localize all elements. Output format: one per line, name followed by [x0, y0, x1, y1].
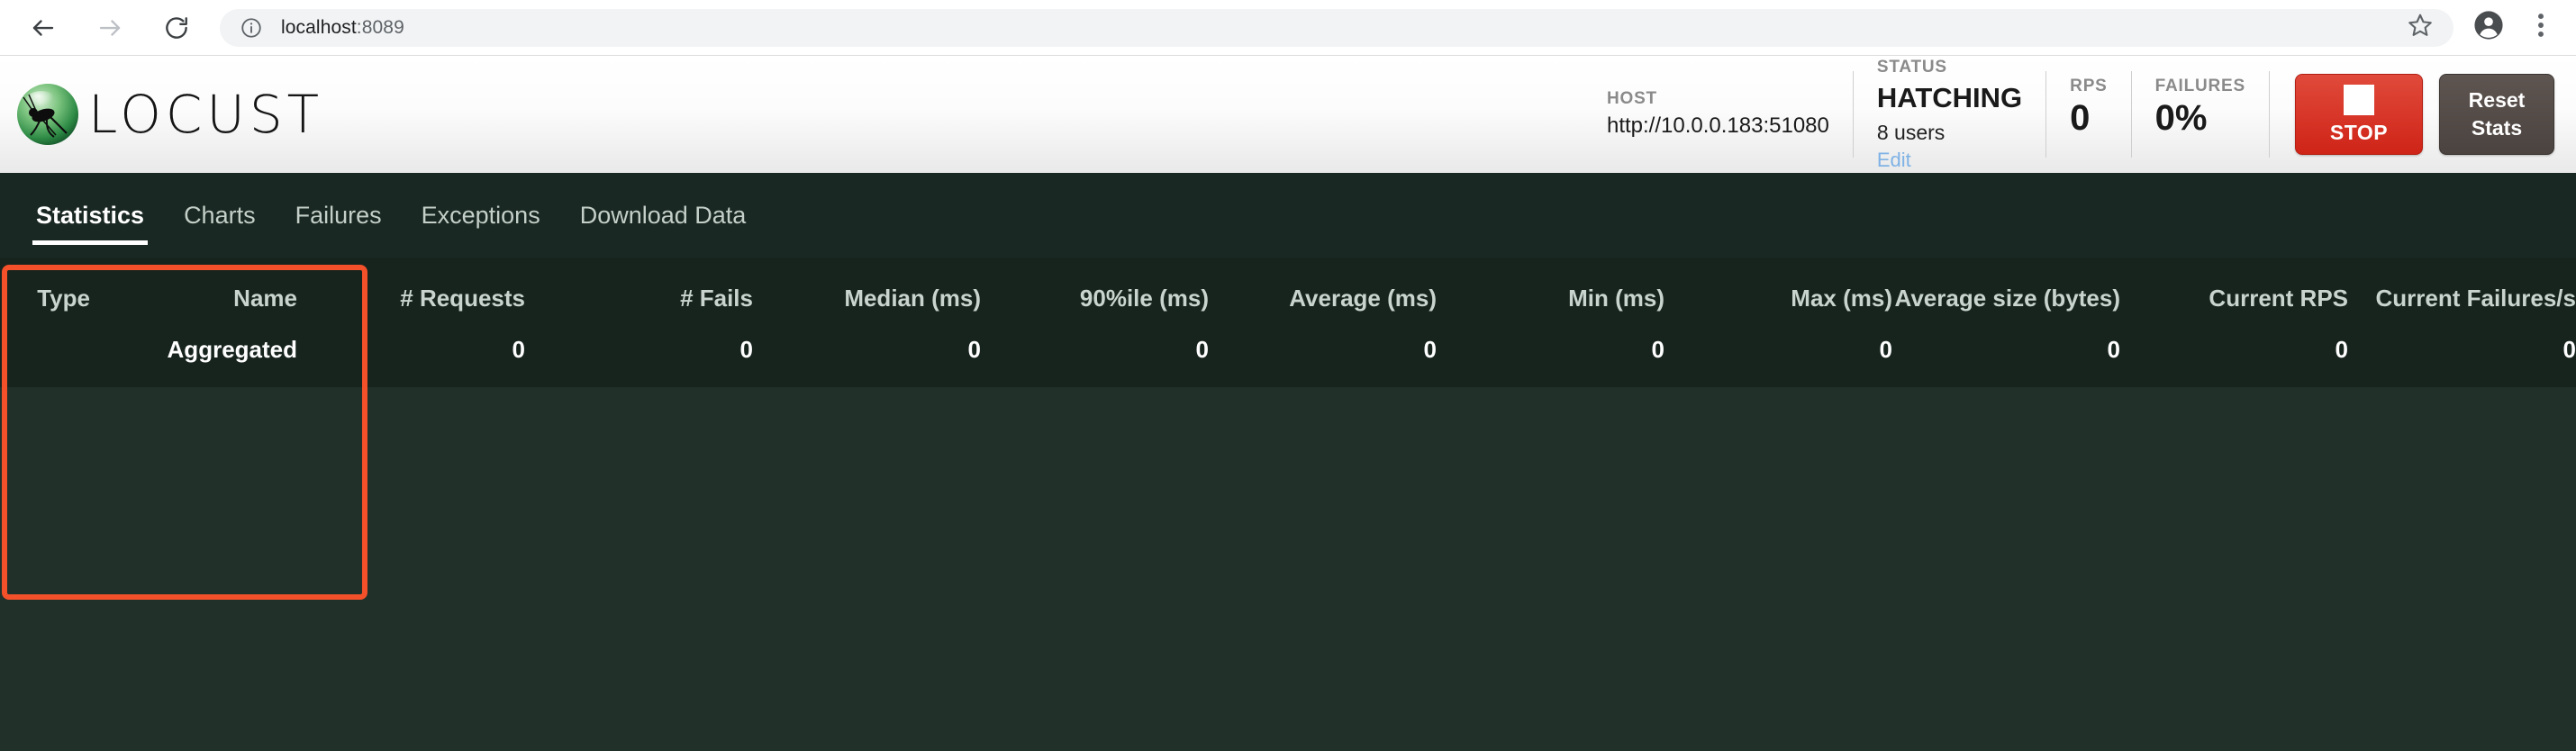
url-port: :8089: [356, 16, 404, 38]
cell-average: 0: [1423, 336, 1437, 363]
statistics-table: Type Name # Requests # Fails Median (ms)…: [0, 258, 2576, 387]
cell-p90: 0: [1195, 336, 1209, 363]
failures-stat: FAILURES 0%: [2132, 71, 2270, 158]
tab-failures[interactable]: Failures: [276, 173, 402, 258]
column-header-median[interactable]: Median (ms): [753, 258, 981, 329]
table-row[interactable]: Aggregated 0 0 0 0 0 0 0 0 0 0: [0, 329, 2576, 387]
cell-current-failures: 0: [2562, 336, 2576, 363]
tab-statistics[interactable]: Statistics: [16, 173, 164, 258]
statistics-table-body: Aggregated 0 0 0 0 0 0 0 0 0 0: [0, 329, 2576, 387]
edit-link[interactable]: Edit: [1877, 147, 2022, 174]
host-label: HOST: [1606, 89, 1657, 109]
stop-button[interactable]: STOP: [2295, 74, 2423, 155]
status-value: HATCHING: [1876, 82, 2023, 114]
column-header-current-failures[interactable]: Current Failures/s: [2348, 258, 2576, 329]
host-value: http://10.0.0.183:51080: [1606, 113, 1829, 139]
cell-fails: 0: [739, 336, 753, 363]
brand-title: LOCUST: [88, 84, 324, 145]
tab-download-data[interactable]: Download Data: [560, 173, 766, 258]
tab-charts-label: Charts: [184, 201, 256, 229]
app-header: LOCUST HOST http://10.0.0.183:51080 STAT…: [0, 56, 2576, 173]
stop-button-label: STOP: [2329, 120, 2389, 144]
header-stats-strip: HOST http://10.0.0.183:51080 STATUS HATC…: [1583, 58, 2270, 171]
cell-average-size: 0: [2107, 336, 2120, 363]
cell-type: [0, 329, 90, 387]
host-stat: HOST http://10.0.0.183:51080: [1583, 71, 1854, 158]
column-header-min[interactable]: Min (ms): [1437, 258, 1664, 329]
column-header-p90[interactable]: 90%ile (ms): [981, 258, 1209, 329]
locust-logo-icon: [16, 83, 79, 146]
tab-download-data-label: Download Data: [579, 201, 747, 229]
statistics-panel: Type Name # Requests # Fails Median (ms)…: [0, 258, 2576, 751]
reset-label-line2: Stats: [2471, 116, 2523, 140]
cell-median: 0: [967, 336, 981, 363]
failures-value: 0%: [2154, 97, 2208, 138]
browser-right-controls: [2473, 10, 2553, 45]
failures-label: FAILURES: [2154, 77, 2245, 95]
reload-button[interactable]: [157, 8, 196, 48]
cell-name: Aggregated: [167, 336, 297, 363]
stop-square-icon: [2344, 84, 2374, 115]
rps-value: 0: [2070, 97, 2091, 138]
profile-avatar-icon: [2473, 11, 2504, 44]
statistics-table-head: Type Name # Requests # Fails Median (ms)…: [0, 258, 2576, 329]
reload-icon: [163, 14, 190, 41]
column-header-average-size[interactable]: Average size (bytes): [1892, 258, 2120, 329]
reset-label-line1: Reset: [2468, 87, 2526, 112]
column-header-max[interactable]: Max (ms): [1664, 258, 1892, 329]
tab-exceptions[interactable]: Exceptions: [402, 173, 560, 258]
main-tabbar: Statistics Charts Failures Exceptions Do…: [0, 173, 2576, 258]
column-header-requests[interactable]: # Requests: [297, 258, 525, 329]
bookmark-button[interactable]: [2407, 12, 2434, 43]
rps-label: RPS: [2070, 77, 2108, 95]
forward-button[interactable]: [90, 8, 130, 48]
star-icon: [2407, 12, 2434, 43]
profile-button[interactable]: [2473, 10, 2504, 45]
column-header-type[interactable]: Type: [0, 258, 90, 329]
tab-exceptions-label: Exceptions: [421, 201, 540, 229]
site-info-icon[interactable]: [240, 16, 263, 40]
browser-menu-button[interactable]: [2529, 10, 2553, 45]
browser-toolbar: localhost:8089: [0, 0, 2576, 56]
back-arrow-icon: [30, 14, 57, 41]
reset-stats-button[interactable]: Reset Stats: [2439, 74, 2554, 155]
back-button[interactable]: [23, 8, 63, 48]
header-buttons: STOP Reset Stats: [2270, 74, 2554, 155]
rps-stat: RPS 0: [2046, 71, 2132, 158]
url-host: localhost: [281, 16, 357, 38]
status-stat: STATUS HATCHING 8 users Edit: [1854, 58, 2047, 171]
column-header-fails[interactable]: # Fails: [525, 258, 753, 329]
cell-min: 0: [1651, 336, 1664, 363]
cell-current-rps: 0: [2335, 336, 2348, 363]
address-bar-text: localhost:8089: [281, 17, 404, 39]
three-dot-menu-icon: [2529, 14, 2553, 44]
cell-requests: 0: [512, 336, 525, 363]
tab-charts[interactable]: Charts: [164, 173, 276, 258]
browser-nav-buttons: [23, 8, 196, 48]
cell-max: 0: [1879, 336, 1892, 363]
brand-logo[interactable]: LOCUST: [16, 83, 323, 146]
tab-failures-label: Failures: [295, 201, 382, 229]
tab-statistics-label: Statistics: [36, 201, 145, 229]
table-header-row: Type Name # Requests # Fails Median (ms)…: [0, 258, 2576, 329]
status-label: STATUS: [1876, 57, 1947, 77]
address-bar[interactable]: localhost:8089: [220, 8, 2454, 47]
column-header-name[interactable]: Name: [90, 258, 297, 329]
column-header-average[interactable]: Average (ms): [1209, 258, 1437, 329]
status-user-count: 8 users: [1876, 120, 1946, 144]
column-header-current-rps[interactable]: Current RPS: [2120, 258, 2348, 329]
forward-arrow-icon: [96, 14, 123, 41]
